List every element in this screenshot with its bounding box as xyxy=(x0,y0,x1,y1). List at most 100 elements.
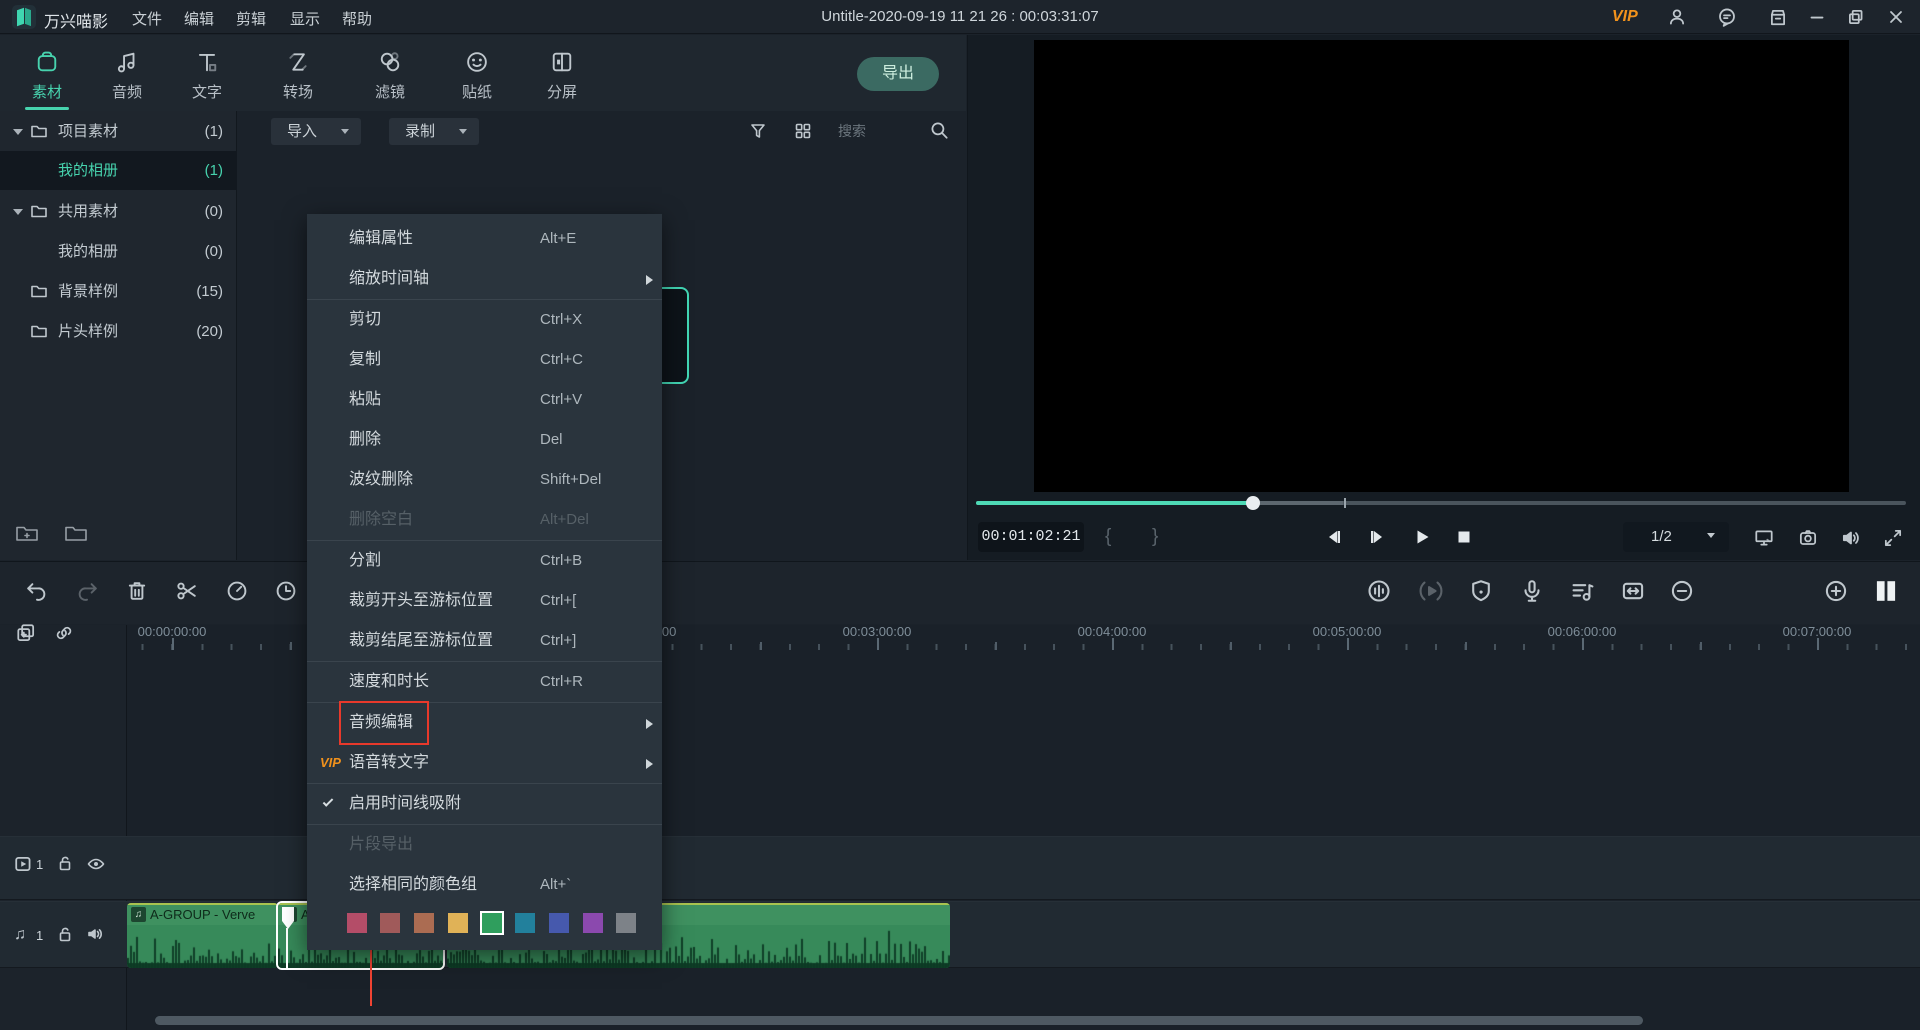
mark-out-button[interactable]: } xyxy=(1152,522,1158,552)
record-button[interactable]: 录制 xyxy=(389,118,479,145)
menu-item-cut[interactable]: 剪切 Ctrl+X xyxy=(307,300,662,340)
seek-bar[interactable] xyxy=(976,501,1906,505)
menu-item-split[interactable]: 分割 Ctrl+B xyxy=(307,541,662,581)
zoom-out-icon[interactable] xyxy=(1669,578,1695,604)
snapshot-icon[interactable] xyxy=(1797,527,1819,549)
search-icon[interactable] xyxy=(928,119,950,141)
minimize-button[interactable] xyxy=(1807,7,1829,27)
audio-lock-icon[interactable] xyxy=(56,925,74,943)
audio-mixer-icon[interactable] xyxy=(1569,578,1595,604)
color-swatch[interactable] xyxy=(380,913,400,933)
playhead-line[interactable] xyxy=(370,948,372,1006)
audio-clip[interactable]: ♫A-GROUP - Verve xyxy=(127,903,278,968)
delete-folder-icon[interactable] xyxy=(64,523,88,543)
voiceover-mic-icon[interactable] xyxy=(1519,578,1545,604)
menu-item-trim-end-to-playhead[interactable]: 裁剪结尾至游标位置 Ctrl+] xyxy=(307,621,662,661)
grid-view-icon[interactable] xyxy=(793,121,813,141)
color-swatch[interactable] xyxy=(616,913,636,933)
filter-icon[interactable] xyxy=(748,121,768,141)
tab-audio[interactable]: 音频 xyxy=(87,47,167,102)
menu-help[interactable]: 帮助 xyxy=(342,8,372,29)
menu-view[interactable]: 显示 xyxy=(290,8,320,29)
tree-item-my-album-project[interactable]: 我的相册 (1) xyxy=(0,151,237,190)
delete-clip-icon[interactable] xyxy=(125,579,149,603)
store-icon[interactable] xyxy=(1768,7,1790,27)
menu-item-select-same-color-group[interactable]: 选择相同的颜色组 Alt+` xyxy=(307,865,662,905)
mark-shield-icon[interactable] xyxy=(1468,578,1494,604)
zoom-in-icon[interactable] xyxy=(1823,578,1849,604)
menu-file[interactable]: 文件 xyxy=(132,8,162,29)
play-button[interactable] xyxy=(1412,527,1432,547)
tree-item-shared-media[interactable]: 共用素材 (0) xyxy=(0,192,237,231)
menu-item-edit-properties[interactable]: 编辑属性 Alt+E xyxy=(307,219,662,259)
tab-transition[interactable]: 转场 xyxy=(258,47,338,102)
color-swatch[interactable] xyxy=(448,913,468,933)
tab-filter[interactable]: 滤镜 xyxy=(350,47,430,102)
duration-icon[interactable] xyxy=(274,579,298,603)
export-button[interactable]: 导出 xyxy=(857,57,939,91)
menu-item-copy[interactable]: 复制 Ctrl+C xyxy=(307,340,662,380)
menu-item-speed-duration[interactable]: 速度和时长 Ctrl+R xyxy=(307,662,662,702)
audio-denoise-icon[interactable] xyxy=(1366,578,1392,604)
menu-item-delete[interactable]: 删除 Del xyxy=(307,420,662,460)
color-swatch-selected[interactable] xyxy=(482,913,502,933)
secondary-display-icon[interactable] xyxy=(1753,527,1775,549)
search-input[interactable] xyxy=(838,119,918,143)
color-swatch[interactable] xyxy=(347,913,367,933)
playhead-pin[interactable] xyxy=(280,906,296,930)
menu-item-ripple-delete[interactable]: 波纹删除 Shift+Del xyxy=(307,460,662,500)
playhead-line-white xyxy=(286,928,288,968)
mark-in-button[interactable]: { xyxy=(1105,522,1111,552)
menu-item-speech-to-text[interactable]: VIP 语音转文字 xyxy=(307,743,662,783)
tab-text[interactable]: 文字 xyxy=(167,47,247,102)
menu-item-paste[interactable]: 粘贴 Ctrl+V xyxy=(307,380,662,420)
split-scissors-icon[interactable] xyxy=(175,579,199,603)
vip-badge[interactable]: VIP xyxy=(1612,8,1638,26)
menu-item-trim-start-to-playhead[interactable]: 裁剪开头至游标位置 Ctrl+[ xyxy=(307,581,662,621)
tree-item-background-samples[interactable]: 背景样例 (15) xyxy=(0,272,237,311)
render-preview-icon[interactable] xyxy=(1418,578,1444,604)
panel-layout-icon[interactable] xyxy=(1872,577,1900,605)
audio-mute-icon[interactable] xyxy=(86,925,106,943)
volume-icon[interactable] xyxy=(1840,527,1862,549)
color-swatch[interactable] xyxy=(515,913,535,933)
new-folder-icon[interactable] xyxy=(15,523,39,543)
next-frame-button[interactable] xyxy=(1367,527,1387,547)
menu-item-zoom-timeline[interactable]: 缩放时间轴 xyxy=(307,259,662,299)
fullscreen-icon[interactable] xyxy=(1882,527,1904,549)
undo-icon[interactable] xyxy=(24,580,48,604)
restore-button[interactable] xyxy=(1846,7,1868,27)
caret-down-icon[interactable] xyxy=(13,129,23,135)
color-swatch[interactable] xyxy=(414,913,434,933)
video-visibility-icon[interactable] xyxy=(86,855,106,873)
tab-media[interactable]: 素材 xyxy=(7,47,87,102)
feedback-icon[interactable] xyxy=(1717,7,1739,27)
caret-down-icon[interactable] xyxy=(13,209,23,215)
previous-frame-button[interactable] xyxy=(1324,527,1344,547)
fit-timeline-icon[interactable] xyxy=(1620,578,1646,604)
close-button[interactable] xyxy=(1886,7,1908,27)
tree-item-project-media[interactable]: 项目素材 (1) xyxy=(0,112,237,151)
video-track-lane[interactable] xyxy=(0,836,1920,900)
timeline-horizontal-scrollbar[interactable] xyxy=(155,1016,1643,1025)
menu-item-enable-snapping[interactable]: 启用时间线吸附 xyxy=(307,784,662,824)
color-swatch[interactable] xyxy=(583,913,603,933)
tab-splitscreen[interactable]: 分屏 xyxy=(522,47,602,102)
speed-icon[interactable] xyxy=(225,579,249,603)
tab-sticker[interactable]: 贴纸 xyxy=(437,47,517,102)
tree-item-my-album-shared[interactable]: 我的相册 (0) xyxy=(0,232,237,271)
tree-item-intro-samples[interactable]: 片头样例 (20) xyxy=(0,312,237,351)
redo-icon[interactable] xyxy=(76,580,100,604)
link-clips-icon[interactable] xyxy=(53,622,75,644)
stop-button[interactable] xyxy=(1455,528,1473,546)
preview-quality-dropdown[interactable]: 1/2 xyxy=(1623,522,1729,552)
menu-edit[interactable]: 编辑 xyxy=(184,8,214,29)
import-button[interactable]: 导入 xyxy=(271,118,361,145)
color-swatch[interactable] xyxy=(549,913,569,933)
video-viewport[interactable] xyxy=(1034,40,1849,492)
video-lock-icon[interactable] xyxy=(56,854,74,872)
menu-clip[interactable]: 剪辑 xyxy=(236,8,266,29)
seek-handle[interactable] xyxy=(1246,496,1260,510)
add-to-timeline-icon[interactable] xyxy=(15,622,37,644)
account-icon[interactable] xyxy=(1667,7,1689,27)
